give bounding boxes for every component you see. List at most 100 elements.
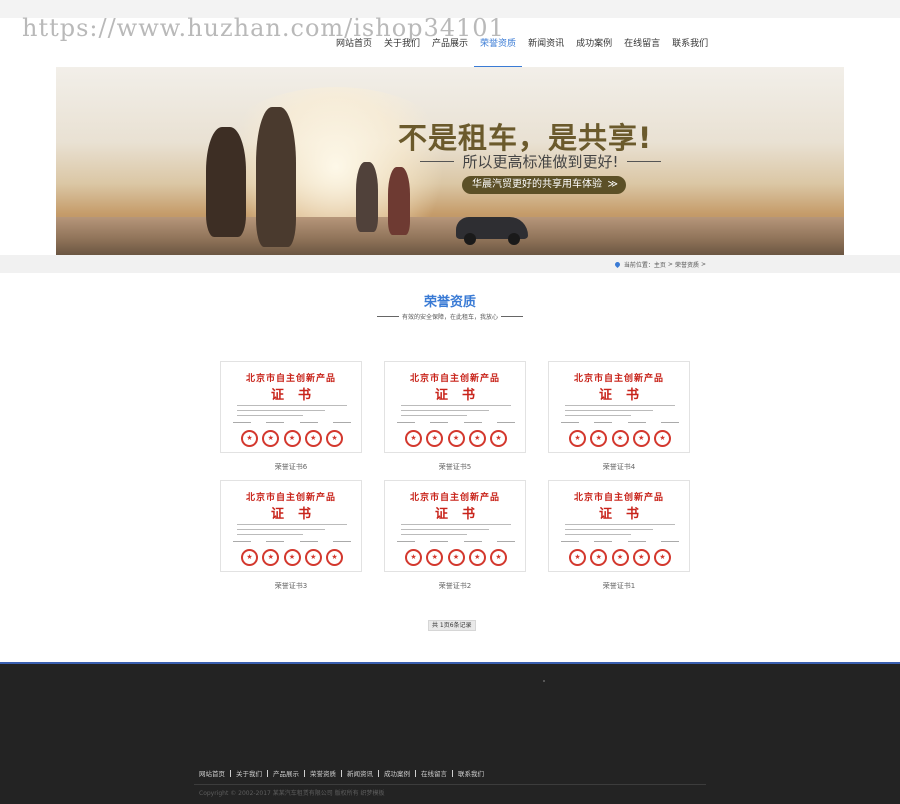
- certificate-card[interactable]: 北京市自主创新产品 证书 荣誉证书4: [548, 361, 690, 472]
- footer-link-home[interactable]: 网站首页: [194, 768, 230, 778]
- footer-link-about[interactable]: 关于我们: [231, 768, 267, 778]
- banner-ground: [56, 217, 844, 255]
- certificate-card[interactable]: 北京市自主创新产品 证书 荣誉证书3: [220, 480, 362, 591]
- certificate-seals: [241, 549, 343, 566]
- seal-icon: [241, 430, 258, 447]
- nav-item-about[interactable]: 关于我们: [378, 30, 426, 68]
- seal-icon: [490, 549, 507, 566]
- nav-item-message[interactable]: 在线留言: [618, 30, 666, 68]
- seal-icon: [262, 549, 280, 566]
- nav-item-honors[interactable]: 荣誉资质: [474, 30, 523, 68]
- seal-icon: [326, 549, 343, 566]
- certificate-text-lines: [401, 405, 511, 420]
- subtitle-dash-left: [376, 316, 399, 317]
- certificate-caption[interactable]: 荣誉证书5: [384, 462, 526, 472]
- certificate-seals: [241, 430, 343, 447]
- certificate-image[interactable]: 北京市自主创新产品 证书: [548, 480, 690, 572]
- banner-person-figure: [388, 167, 410, 235]
- certificate-fields: [561, 422, 679, 423]
- certificate-fields: [397, 422, 515, 423]
- banner-dash-right: [626, 161, 661, 162]
- section-subtitle: 有效的安全保障，在此租车，我放心: [0, 312, 900, 321]
- breadcrumb-trailing-separator: >: [700, 261, 706, 268]
- certificate-caption[interactable]: 荣誉证书2: [384, 581, 526, 591]
- seal-icon: [447, 430, 465, 447]
- certificate-fields: [233, 422, 351, 423]
- seal-icon: [468, 430, 486, 447]
- footer-link-cases[interactable]: 成功案例: [379, 768, 415, 778]
- seal-icon: [468, 549, 486, 566]
- footer-link-news[interactable]: 新闻资讯: [342, 768, 378, 778]
- certificate-card[interactable]: 北京市自主创新产品 证书 荣誉证书1: [548, 480, 690, 591]
- breadcrumb-separator: >: [667, 261, 673, 268]
- seal-icon: [405, 430, 422, 447]
- certificate-big-text: 证书: [434, 507, 489, 522]
- certificate-seals: [569, 430, 671, 447]
- footer-link-contact[interactable]: 联系我们: [453, 768, 489, 778]
- seal-icon: [569, 549, 586, 566]
- certificate-text-lines: [237, 524, 347, 539]
- nav-item-products[interactable]: 产品展示: [426, 30, 474, 68]
- seal-icon: [490, 430, 507, 447]
- certificate-caption[interactable]: 荣誉证书6: [220, 462, 362, 472]
- seal-icon: [611, 430, 629, 447]
- nav-item-news[interactable]: 新闻资讯: [522, 30, 570, 68]
- banner-subline: 所以更高标准做到更好!: [368, 151, 713, 172]
- certificate-seals: [405, 549, 507, 566]
- section-subtitle-text: 有效的安全保障，在此租车，我放心: [401, 314, 498, 321]
- breadcrumb-bar: 当前位置： 主页 > 荣誉资质 >: [0, 255, 900, 273]
- certificate-image[interactable]: 北京市自主创新产品 证书: [220, 361, 362, 453]
- seal-icon: [447, 549, 465, 566]
- certificate-caption[interactable]: 荣誉证书4: [548, 462, 690, 472]
- certificate-image[interactable]: 北京市自主创新产品 证书: [384, 480, 526, 572]
- seal-icon: [326, 430, 343, 447]
- seal-icon: [632, 430, 650, 447]
- breadcrumb-prefix: 当前位置：: [623, 262, 654, 269]
- certificate-title: 北京市自主创新产品: [245, 493, 336, 503]
- certificate-fields: [561, 541, 679, 542]
- section-title: 荣誉资质: [423, 295, 476, 310]
- nav-item-cases[interactable]: 成功案例: [570, 30, 618, 68]
- footer-link-message[interactable]: 在线留言: [416, 768, 452, 778]
- certificate-image[interactable]: 北京市自主创新产品 证书: [220, 480, 362, 572]
- banner-tag-button[interactable]: 华晨汽贸更好的共享用车体验 ≫: [462, 176, 626, 194]
- seal-icon: [654, 549, 671, 566]
- nav-item-contact[interactable]: 联系我们: [666, 30, 714, 68]
- certificate-image[interactable]: 北京市自主创新产品 证书: [548, 361, 690, 453]
- certificate-caption[interactable]: 荣誉证书1: [548, 581, 690, 591]
- certificate-big-text: 证书: [434, 388, 489, 403]
- breadcrumb-home-link[interactable]: 主页: [654, 260, 666, 269]
- certificate-text-lines: [401, 524, 511, 539]
- seal-icon: [426, 549, 444, 566]
- page: https://www.huzhan.com/ishop34101 网站首页 关…: [0, 0, 900, 804]
- breadcrumb-current-link[interactable]: 荣誉资质: [675, 260, 699, 269]
- banner-dash-left: [420, 161, 455, 162]
- seal-icon: [262, 430, 280, 447]
- seal-icon: [283, 549, 301, 566]
- double-chevron-right-icon: ≫: [607, 179, 618, 190]
- certificate-card[interactable]: 北京市自主创新产品 证书 荣誉证书6: [220, 361, 362, 472]
- footer-copyright: Copyright © 2002-2017 某某汽车租赁有限公司 版权所有 织梦…: [199, 790, 385, 797]
- certificate-title: 北京市自主创新产品: [409, 374, 500, 384]
- hero-banner: 不是租车，是共享! 所以更高标准做到更好! 华晨汽贸更好的共享用车体验 ≫: [56, 67, 844, 255]
- certificate-image[interactable]: 北京市自主创新产品 证书: [384, 361, 526, 453]
- footer-nav: 网站首页 关于我们 产品展示 荣誉资质 新闻资讯 成功案例 在线留言 联系我们: [194, 768, 706, 785]
- footer-link-honors[interactable]: 荣誉资质: [305, 768, 341, 778]
- banner-person-figure: [256, 107, 296, 247]
- certificate-big-text: 证书: [598, 388, 653, 403]
- certificate-title: 北京市自主创新产品: [409, 493, 500, 503]
- seal-icon: [241, 549, 258, 566]
- footer-link-products[interactable]: 产品展示: [268, 768, 304, 778]
- certificate-seals: [405, 430, 507, 447]
- certificate-card[interactable]: 北京市自主创新产品 证书 荣誉证书2: [384, 480, 526, 591]
- nav-item-home[interactable]: 网站首页: [330, 30, 378, 68]
- subtitle-dash-right: [501, 316, 523, 317]
- pagination-info: 共 1页6条记录: [428, 620, 476, 631]
- footer-dot: [543, 680, 545, 682]
- certificate-caption[interactable]: 荣誉证书3: [220, 581, 362, 591]
- banner-tag-text: 华晨汽贸更好的共享用车体验: [472, 179, 602, 190]
- certificate-seals: [569, 549, 671, 566]
- footer: 网站首页 关于我们 产品展示 荣誉资质 新闻资讯 成功案例 在线留言 联系我们 …: [0, 662, 900, 804]
- seal-icon: [632, 549, 650, 566]
- certificate-card[interactable]: 北京市自主创新产品 证书 荣誉证书5: [384, 361, 526, 472]
